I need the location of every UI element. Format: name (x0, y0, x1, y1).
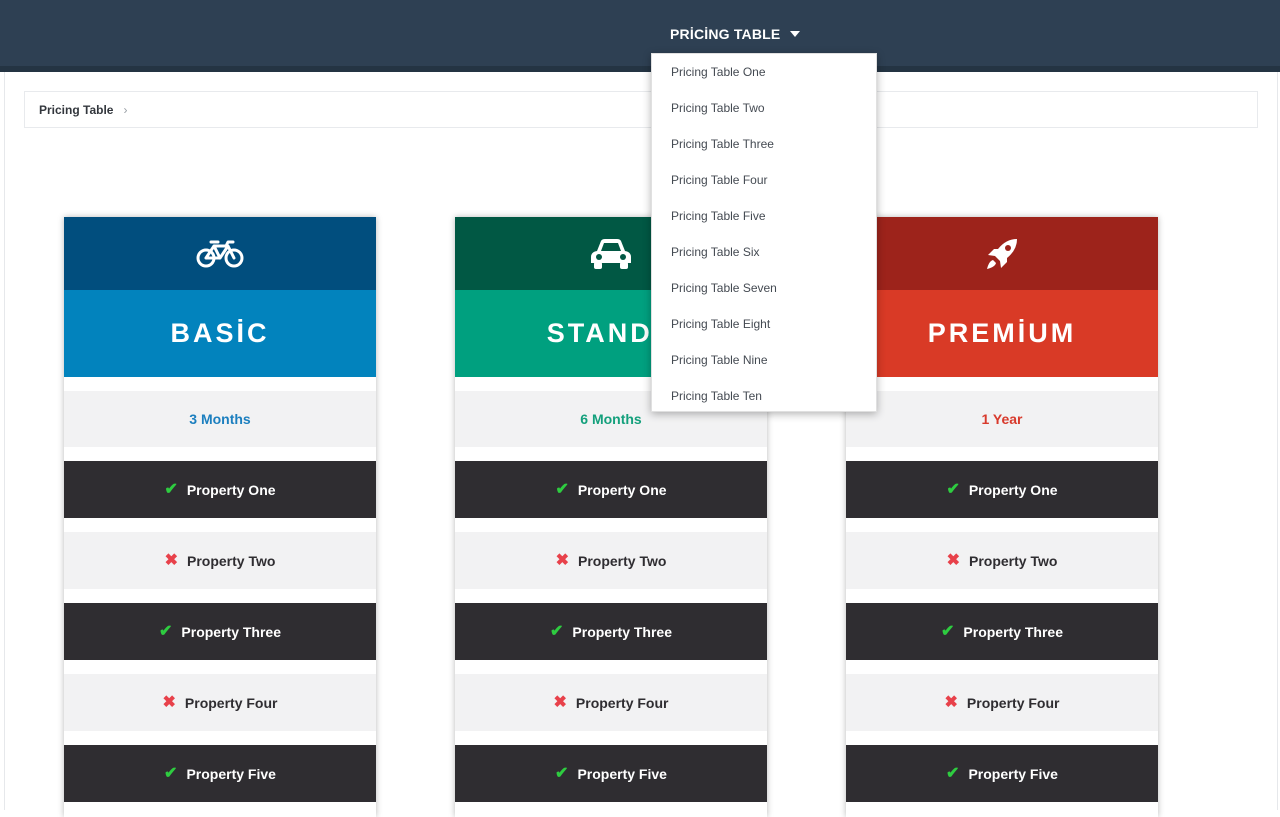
feature-label: Property Four (184, 694, 278, 711)
car-icon (591, 238, 631, 269)
dropdown-item[interactable]: Pricing Table Nine (652, 342, 876, 378)
feature-row: ✔ Property One (64, 461, 376, 518)
feature-row: ✔ Property Five (455, 745, 767, 802)
check-icon: ✔ (550, 622, 564, 640)
card-title: BASİC (64, 290, 376, 377)
feature-list: ✔ Property One ✖ Property Two ✔ Property Thre… (846, 461, 1158, 802)
caret-down-icon (790, 31, 801, 37)
pricing-table-dropdown: Pricing Table One Pricing Table Two Pricin… (651, 53, 877, 412)
dropdown-item[interactable]: Pricing Table Two (652, 90, 876, 126)
feature-label: Property Four (575, 694, 669, 711)
feature-row: ✖ Property Four (846, 674, 1158, 731)
check-icon: ✔ (946, 764, 960, 782)
top-navbar: PRİCİNG TABLE (0, 0, 1280, 66)
dropdown-item[interactable]: Pricing Table Five (652, 198, 876, 234)
dropdown-item[interactable]: Pricing Table Eight (652, 306, 876, 342)
feature-label: Property Five (577, 765, 667, 782)
feature-list: ✔ Property One ✖ Property Two ✔ Property Thre… (455, 461, 767, 802)
feature-label: Property Three (963, 623, 1063, 640)
pricing-table-menu-trigger[interactable]: PRİCİNG TABLE (670, 22, 801, 46)
feature-row: ✖ Property Two (455, 532, 767, 589)
pricing-card-basic: BASİC 3 Months ✔ Property One ✖ Property Tw… (64, 217, 376, 817)
feature-label: Property One (577, 481, 667, 498)
feature-row: ✖ Property Two (846, 532, 1158, 589)
feature-row: ✔ Property Five (64, 745, 376, 802)
cross-icon: ✖ (944, 693, 958, 711)
feature-label: Property Three (572, 623, 672, 640)
feature-label: Property Two (968, 552, 1058, 569)
feature-label: Property Four (966, 694, 1060, 711)
feature-row: ✖ Property Four (455, 674, 767, 731)
feature-label: Property Five (968, 765, 1058, 782)
feature-row: ✔ Property One (455, 461, 767, 518)
check-icon: ✔ (159, 622, 173, 640)
cross-icon: ✖ (553, 693, 567, 711)
cross-icon: ✖ (946, 551, 960, 569)
feature-label: Property Two (186, 552, 276, 569)
feature-row: ✔ Property One (846, 461, 1158, 518)
feature-row: ✖ Property Two (64, 532, 376, 589)
chevron-right-icon: › (123, 102, 128, 117)
card-period: 1 Year (846, 391, 1158, 447)
feature-row: ✔ Property Three (455, 603, 767, 660)
feature-label: Property Two (577, 552, 667, 569)
card-title: PREMİUM (846, 290, 1158, 377)
card-period: 3 Months (64, 391, 376, 447)
check-icon: ✔ (164, 480, 178, 498)
dropdown-item[interactable]: Pricing Table Seven (652, 270, 876, 306)
check-icon: ✔ (164, 764, 178, 782)
feature-label: Property Five (186, 765, 276, 782)
dropdown-item[interactable]: Pricing Table Four (652, 162, 876, 198)
nav-trigger-label: PRİCİNG TABLE (670, 26, 781, 42)
breadcrumb-item[interactable]: Pricing Table (39, 103, 113, 117)
card-icon-band (846, 217, 1158, 290)
dropdown-item[interactable]: Pricing Table Six (652, 234, 876, 270)
bicycle-icon (196, 240, 244, 267)
check-icon: ✔ (946, 480, 960, 498)
dropdown-item[interactable]: Pricing Table Ten (652, 378, 876, 414)
feature-row: ✔ Property Three (846, 603, 1158, 660)
feature-row: ✖ Property Four (64, 674, 376, 731)
feature-label: Property One (968, 481, 1058, 498)
dropdown-item[interactable]: Pricing Table One (652, 54, 876, 90)
rocket-icon (987, 238, 1017, 269)
dropdown-item[interactable]: Pricing Table Three (652, 126, 876, 162)
check-icon: ✔ (555, 480, 569, 498)
cross-icon: ✖ (162, 693, 176, 711)
card-icon-band (64, 217, 376, 290)
feature-label: Property One (186, 481, 276, 498)
check-icon: ✔ (555, 764, 569, 782)
feature-row: ✔ Property Three (64, 603, 376, 660)
feature-row: ✔ Property Five (846, 745, 1158, 802)
feature-list: ✔ Property One ✖ Property Two ✔ Property Thre… (64, 461, 376, 802)
cross-icon: ✖ (555, 551, 569, 569)
breadcrumb: Pricing Table › (24, 91, 1258, 128)
feature-label: Property Three (181, 623, 281, 640)
pricing-card-premium: PREMİUM 1 Year ✔ Property One ✖ Property Tw… (846, 217, 1158, 817)
check-icon: ✔ (941, 622, 955, 640)
cross-icon: ✖ (164, 551, 178, 569)
